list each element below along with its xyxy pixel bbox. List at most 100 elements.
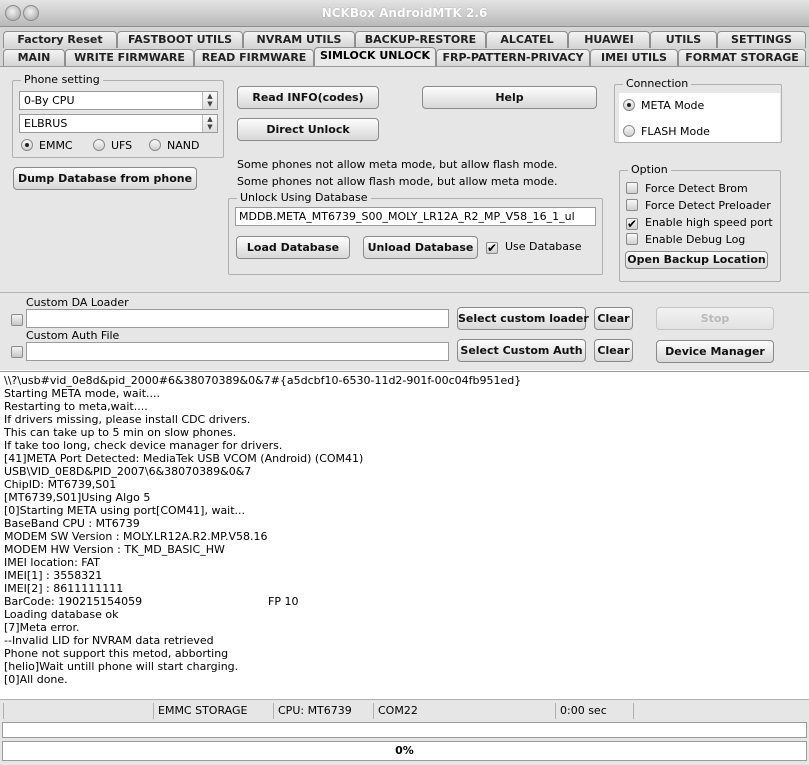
radio-off-icon xyxy=(149,139,161,151)
select-custom-loader-button[interactable]: Select custom loader xyxy=(457,307,589,330)
window-title: NCKBox AndroidMTK 2.6 xyxy=(321,6,488,20)
log-line: [0]Starting META using port[COM41], wait… xyxy=(4,504,246,517)
tab-utils[interactable]: UTILS xyxy=(650,31,717,48)
tab-alcatel[interactable]: ALCATEL xyxy=(486,31,568,48)
tab-frp-pattern-privacy[interactable]: FRP-PATTERN-PRIVACY xyxy=(436,49,590,66)
custom-da-toggle-icon[interactable] xyxy=(11,314,23,326)
tab-format-storage[interactable]: FORMAT STORAGE xyxy=(678,49,806,66)
tab-simlock-unlock[interactable]: SIMLOCK UNLOCK xyxy=(314,47,436,66)
log-line: Phone not support this metod, abborting xyxy=(4,647,229,660)
tab-settings[interactable]: SETTINGS xyxy=(717,31,806,48)
read-info-button[interactable]: Read INFO(codes) xyxy=(237,86,379,109)
load-database-button[interactable]: Load Database xyxy=(236,236,350,259)
log-line: --Invalid LID for NVRAM data retrieved xyxy=(4,634,214,647)
use-database-checkbox[interactable]: ✔ Use Database xyxy=(486,239,582,255)
info-text-1: Some phones not allow meta mode, but all… xyxy=(237,158,558,171)
status-bar: EMMC STORAGE CPU: MT6739 COM22 0:00 sec xyxy=(0,699,809,721)
unload-database-button[interactable]: Unload Database xyxy=(363,236,478,259)
log-line: Restarting to meta,wait.... xyxy=(4,400,148,413)
log-line: \\?\usb#vid_0e8d&pid_2000#6&38070389&0&7… xyxy=(4,374,522,387)
log-line: MODEM SW Version : MOLY.LR12A.R2.MP.V58.… xyxy=(4,530,268,543)
custom-auth-label: Custom Auth File xyxy=(26,329,120,342)
checkbox-empty-icon xyxy=(626,233,638,245)
unlock-database-group: Unlock Using Database MDDB.META_MT6739_S… xyxy=(228,191,603,275)
force-detect-brom-checkbox[interactable]: Force Detect Brom xyxy=(626,181,748,197)
force-detect-brom-label: Force Detect Brom xyxy=(645,182,748,195)
select-custom-auth-button[interactable]: Select Custom Auth xyxy=(457,339,586,362)
radio-flash-mode[interactable]: FLASH Mode xyxy=(623,124,710,140)
tab-factory-reset[interactable]: Factory Reset xyxy=(3,31,117,48)
tab-huawei[interactable]: HUAWEI xyxy=(568,31,650,48)
log-line: IMEI[2] : 8611111111 xyxy=(4,582,124,595)
log-line: [MT6739,S01]Using Algo 5 xyxy=(4,491,151,504)
progress-bar: 0% xyxy=(2,741,807,761)
option-title: Option xyxy=(628,163,671,176)
log-output[interactable]: \\?\usb#vid_0e8d&pid_2000#6&38070389&0&7… xyxy=(0,371,809,698)
simlock-unlock-panel: Phone setting 0-By CPU ▲ ▼ ELBRUS ▲ ▼ EMMC… xyxy=(0,66,809,292)
log-line: [7]Meta error. xyxy=(4,621,80,634)
tab-imei-utils[interactable]: IMEI UTILS xyxy=(590,49,678,66)
connection-title: Connection xyxy=(623,77,692,90)
log-line: USB\VID_0E8D&PID_2007\6&38070389&0&7 xyxy=(4,465,252,478)
database-path-field[interactable]: MDDB.META_MT6739_S00_MOLY_LR12A_R2_MP_V5… xyxy=(235,207,596,226)
custom-auth-toggle-icon[interactable] xyxy=(11,346,23,358)
high-speed-port-label: Enable high speed port xyxy=(645,216,773,229)
status-com: COM22 xyxy=(373,703,555,719)
checkmark-icon: ✔ xyxy=(626,217,638,231)
custom-da-field[interactable] xyxy=(26,309,449,328)
checkbox-empty-icon xyxy=(626,199,638,211)
log-line: Loading database ok xyxy=(4,608,119,621)
model-select-value: ELBRUS xyxy=(24,117,68,130)
tab-read-firmware[interactable]: READ FIRMWARE xyxy=(194,49,314,66)
checkbox-empty-icon xyxy=(626,182,638,194)
title-bar: NCKBox AndroidMTK 2.6 xyxy=(0,0,809,27)
updown-arrows-icon: ▲ ▼ xyxy=(202,115,217,132)
custom-da-label: Custom DA Loader xyxy=(26,296,129,309)
help-button[interactable]: Help xyxy=(422,86,597,109)
clear-auth-button[interactable]: Clear xyxy=(594,339,633,362)
high-speed-port-checkbox[interactable]: ✔ Enable high speed port xyxy=(626,215,776,231)
tab-strip: Factory Reset FASTBOOT UTILS NVRAM UTILS… xyxy=(0,27,809,67)
log-line: [41]META Port Detected: MediaTek USB VCO… xyxy=(4,452,364,465)
log-line: MODEM HW Version : TK_MD_BASIC_HW xyxy=(4,543,225,556)
debug-log-label: Enable Debug Log xyxy=(645,233,746,246)
force-detect-preloader-checkbox[interactable]: Force Detect Preloader xyxy=(626,198,771,214)
log-line: BaseBand CPU : MT6739 xyxy=(4,517,140,530)
force-detect-preloader-label: Force Detect Preloader xyxy=(645,199,771,212)
radio-ufs[interactable]: UFS xyxy=(93,138,132,154)
log-line: BarCode: 190215154059 FP 10 xyxy=(4,595,299,608)
clear-da-button[interactable]: Clear xyxy=(594,307,633,330)
open-backup-location-button[interactable]: Open Backup Location xyxy=(625,251,768,269)
device-manager-button[interactable]: Device Manager xyxy=(656,340,774,363)
radio-on-icon xyxy=(21,139,33,151)
secondary-progress-bar xyxy=(2,722,807,738)
progress-area: 0% xyxy=(0,721,809,765)
radio-nand[interactable]: NAND xyxy=(149,138,199,154)
info-text-2: Some phones not allow flash mode, but al… xyxy=(237,175,558,188)
option-group: Option Force Detect Brom Force Detect Pr… xyxy=(619,163,781,282)
cpu-select[interactable]: 0-By CPU ▲ ▼ xyxy=(19,91,218,110)
log-line: If drivers missing, please install CDC d… xyxy=(4,413,251,426)
tab-main[interactable]: MAIN xyxy=(3,49,65,66)
model-select[interactable]: ELBRUS ▲ ▼ xyxy=(19,114,218,133)
direct-unlock-button[interactable]: Direct Unlock xyxy=(237,118,379,141)
custom-files-area: Custom DA Loader Select custom loader Cl… xyxy=(0,292,809,370)
status-storage: EMMC STORAGE xyxy=(153,703,273,719)
updown-arrows-icon: ▲ ▼ xyxy=(202,92,217,109)
debug-log-checkbox[interactable]: Enable Debug Log xyxy=(626,232,745,248)
tab-fastboot-utils[interactable]: FASTBOOT UTILS xyxy=(117,31,243,48)
radio-meta-mode[interactable]: META Mode xyxy=(623,98,704,114)
status-cpu: CPU: MT6739 xyxy=(273,703,373,719)
checkmark-icon: ✔ xyxy=(486,241,498,255)
status-extra xyxy=(633,703,806,719)
radio-emmc[interactable]: EMMC xyxy=(21,138,73,154)
tab-nvram-utils[interactable]: NVRAM UTILS xyxy=(243,31,355,48)
unlock-database-title: Unlock Using Database xyxy=(237,191,371,204)
custom-auth-field[interactable] xyxy=(26,342,449,361)
dump-database-button[interactable]: Dump Database from phone xyxy=(13,167,197,190)
stop-button[interactable]: Stop xyxy=(656,307,774,330)
tab-write-firmware[interactable]: WRITE FIRMWARE xyxy=(65,49,194,66)
radio-off-icon xyxy=(623,125,635,137)
radio-on-icon xyxy=(623,99,635,111)
tab-backup-restore[interactable]: BACKUP-RESTORE xyxy=(355,31,486,48)
